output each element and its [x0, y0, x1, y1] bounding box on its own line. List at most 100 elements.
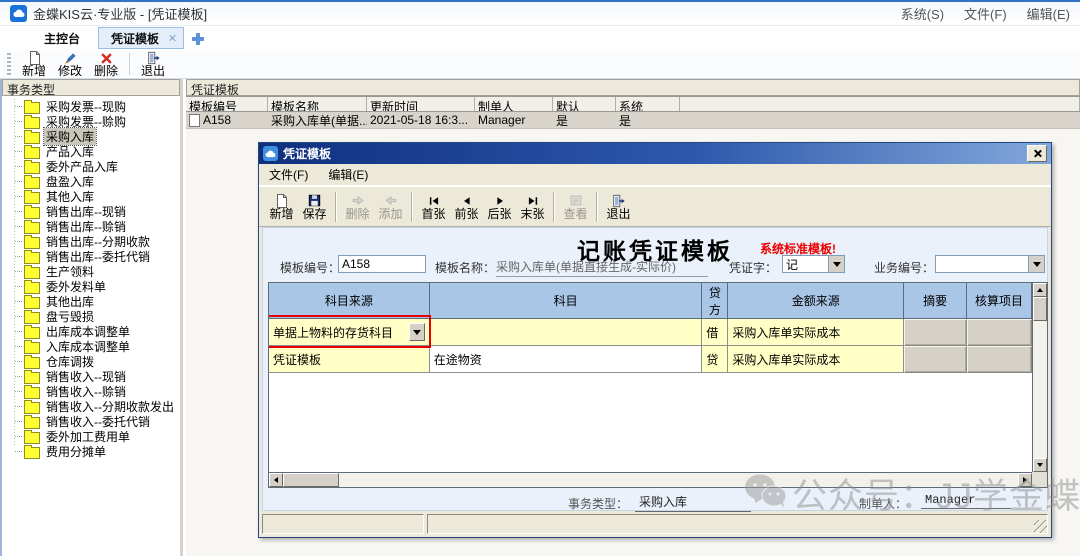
sidebar-item[interactable]: 销售收入--委托代销	[5, 414, 179, 429]
sidebar-item[interactable]: 其他出库	[5, 294, 179, 309]
grid-cell[interactable]	[967, 346, 1032, 373]
list-header-cell[interactable]: 默认	[553, 97, 616, 111]
dialog-menu-0[interactable]: 文件(F)	[269, 166, 308, 183]
app-menu-0[interactable]: 系统(S)	[901, 4, 944, 23]
resize-grip[interactable]	[1034, 520, 1047, 533]
dialog-first-button[interactable]: 首张	[417, 189, 450, 225]
grid-header-cell[interactable]: 金额来源	[728, 283, 904, 319]
list-header-cell[interactable]: 制单人	[475, 97, 553, 111]
folder-icon	[24, 192, 40, 204]
grid-header-cell[interactable]: 科目来源	[269, 283, 430, 319]
sidebar-item[interactable]: 委外加工费用单	[5, 429, 179, 444]
sidebar-item[interactable]: 仓库调拨	[5, 354, 179, 369]
grid-vertical-scrollbar[interactable]	[1032, 283, 1047, 472]
toolbar-button-label: 新增	[22, 65, 46, 77]
main-delete-button[interactable]: 删除	[88, 51, 124, 78]
grid-header-cell[interactable]: 借贷方向	[702, 283, 728, 319]
dialog-save-button[interactable]: 保存	[298, 189, 331, 225]
app-menu-2[interactable]: 编辑(E)	[1027, 4, 1070, 23]
statusbar-panel	[262, 514, 424, 534]
sidebar-item[interactable]: 采购入库	[5, 129, 179, 144]
list-header-cell[interactable]: 模板编号	[186, 97, 268, 111]
grid-header-cell[interactable]: 核算项目	[967, 283, 1032, 319]
business-no-select[interactable]	[935, 255, 1045, 273]
dialog-prev-button[interactable]: 前张	[450, 189, 483, 225]
scroll-up-icon[interactable]	[1033, 283, 1047, 297]
dialog-next-button[interactable]: 后张	[483, 189, 516, 225]
edit-pencil-icon	[63, 51, 77, 65]
template-no-input[interactable]	[338, 255, 426, 273]
grid-cell[interactable]	[430, 319, 703, 346]
scroll-right-icon[interactable]	[1018, 473, 1032, 487]
sidebar-item[interactable]: 其他入库	[5, 189, 179, 204]
grid-cell-text: 凭证模板	[273, 351, 321, 368]
list-header-cell[interactable]: 系统	[616, 97, 680, 111]
grid-horizontal-scrollbar[interactable]	[269, 472, 1032, 487]
list-header-cell[interactable]: 更新时间	[367, 97, 475, 111]
scroll-down-icon[interactable]	[1033, 458, 1047, 472]
sidebar-item[interactable]: 销售出库--赊销	[5, 219, 179, 234]
folder-icon	[24, 432, 40, 444]
sidebar-item[interactable]: 销售收入--现销	[5, 369, 179, 384]
sidebar-item[interactable]: 出库成本调整单	[5, 324, 179, 339]
add-tab-icon[interactable]	[190, 31, 205, 46]
list-header-cell[interactable]: 模板名称	[268, 97, 367, 111]
sidebar-item[interactable]: 委外产品入库	[5, 159, 179, 174]
tab-凭证模板[interactable]: 凭证模板	[98, 27, 184, 49]
tab-close-icon[interactable]	[165, 31, 179, 45]
sidebar-item[interactable]: 销售出库--委托代销	[5, 249, 179, 264]
app-menu-1[interactable]: 文件(F)	[964, 4, 1007, 23]
sidebar-item[interactable]: 生产领料	[5, 264, 179, 279]
sidebar-item[interactable]: 销售收入--分期收款发出	[5, 399, 179, 414]
dialog-footer: 事务类型： 采购入库 制单人： Manager	[263, 492, 1047, 514]
dialog-titlebar[interactable]: 凭证模板	[259, 143, 1051, 164]
sidebar-item[interactable]: 采购发票--现购	[5, 99, 179, 114]
business-no-dropdown-icon[interactable]	[1028, 256, 1044, 272]
sidebar-item[interactable]: 采购发票--赊购	[5, 114, 179, 129]
voucher-word-dropdown-icon[interactable]	[828, 256, 844, 272]
grid-cell[interactable]	[967, 319, 1032, 346]
sidebar-item[interactable]: 盘亏毁损	[5, 309, 179, 324]
main-new-button[interactable]: 新增	[16, 51, 52, 78]
dialog-menu-1[interactable]: 编辑(E)	[328, 166, 368, 183]
grid-cell[interactable]: 凭证模板	[269, 346, 430, 373]
scroll-left-icon[interactable]	[269, 473, 283, 487]
sidebar-item[interactable]: 盘盈入库	[5, 174, 179, 189]
dialog-close-button[interactable]	[1027, 145, 1047, 162]
table-row[interactable]: A158采购入库单(单据...2021-05-18 16:3...Manager…	[186, 112, 1080, 129]
sidebar-item[interactable]: 入库成本调整单	[5, 339, 179, 354]
vertical-scroll-thumb[interactable]	[1033, 297, 1047, 321]
sidebar-item[interactable]: 产品入库	[5, 144, 179, 159]
sidebar-item[interactable]: 销售出库--现销	[5, 204, 179, 219]
voucher-word-label: 凭证字：	[729, 259, 777, 276]
sidebar-item[interactable]: 费用分摊单	[5, 444, 179, 459]
grid-cell[interactable]: 借	[702, 319, 728, 346]
grid-cell[interactable]: 在途物资	[430, 346, 703, 373]
toolbar-button-label: 保存	[302, 208, 326, 220]
grid-cell[interactable]: 贷	[702, 346, 728, 373]
grid-cell[interactable]	[904, 346, 967, 373]
grid-cell[interactable]: 采购入库单实际成本	[728, 319, 904, 346]
sidebar-item[interactable]: 销售出库--分期收款	[5, 234, 179, 249]
dialog-exit-button[interactable]: 退出	[602, 189, 635, 225]
grid-cell[interactable]	[904, 319, 967, 346]
grid-cell[interactable]: 采购入库单实际成本	[728, 346, 904, 373]
preparer-label: 制单人：	[859, 495, 907, 512]
toolbar-separator	[596, 192, 598, 222]
folder-icon	[24, 357, 40, 369]
grid-header-cell[interactable]: 摘要	[904, 283, 967, 319]
dialog-last-button[interactable]: 末张	[516, 189, 549, 225]
tab-主控台[interactable]: 主控台	[32, 28, 92, 48]
voucher-word-select[interactable]: 记	[782, 255, 845, 273]
grid-cell[interactable]: 单据上物料的存货科目	[269, 319, 430, 346]
cell-dropdown-icon[interactable]	[409, 323, 425, 341]
dialog-new-button[interactable]: 新增	[265, 189, 298, 225]
list-cell-text: 是	[619, 112, 631, 128]
sidebar-item[interactable]: 销售收入--赊销	[5, 384, 179, 399]
toolbar-drag-handle[interactable]	[7, 53, 11, 75]
grid-header-cell[interactable]: 科目	[430, 283, 703, 319]
sidebar-item[interactable]: 委外发料单	[5, 279, 179, 294]
main-exit-button[interactable]: 退出	[135, 51, 171, 78]
horizontal-scroll-thumb[interactable]	[283, 473, 339, 487]
main-modify-button[interactable]: 修改	[52, 51, 88, 78]
